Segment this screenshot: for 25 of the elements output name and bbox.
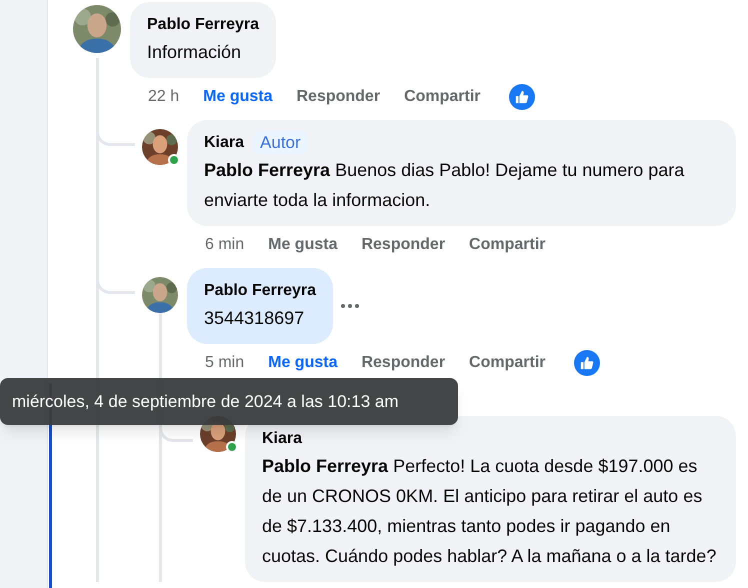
comment-time[interactable]: 5 min: [205, 351, 244, 375]
author-name[interactable]: Kiara: [262, 427, 302, 451]
action-link[interactable]: Compartir: [469, 351, 546, 375]
like-reaction-icon[interactable]: [574, 350, 600, 376]
more-options-icon[interactable]: [341, 304, 360, 308]
comment-text: Pablo Ferreyra Buenos dias Pablo! Dejame tu numero para enviarte toda la informacion.: [204, 159, 686, 212]
action-link[interactable]: Me gusta: [203, 85, 272, 109]
comment-time[interactable]: 22 h: [148, 85, 180, 109]
action-link[interactable]: Compartir: [404, 85, 481, 109]
comment-text: Pablo Ferreyra Perfecto! La cuota desde $197.000 es de un CRONOS 0KM. El anticipo para retirar el auto es de $7.133.400, mientras tanto podes ir pagando en cuotas. Cuándo podes hablar? A la mañana o a la tarde?: [262, 455, 718, 568]
author-badge: Autor: [254, 131, 307, 155]
like-reaction-icon[interactable]: [508, 84, 535, 110]
action-link[interactable]: Me gusta: [268, 233, 338, 257]
comment-time[interactable]: 6 min: [205, 233, 244, 257]
comment-text: 3544318697: [204, 307, 306, 330]
action-link[interactable]: Compartir: [469, 233, 546, 257]
comment-text: Información: [147, 41, 242, 64]
action-link[interactable]: Responder: [296, 85, 380, 109]
action-link[interactable]: Responder: [361, 351, 446, 375]
action-link[interactable]: Me gusta: [268, 351, 338, 375]
timestamp-tooltip: miércoles, 4 de septiembre de 2024 a las 10:13 am: [0, 378, 458, 425]
action-link[interactable]: Responder: [361, 233, 446, 257]
author-name[interactable]: Pablo Ferreyra: [147, 13, 260, 37]
author-name[interactable]: Pablo Ferreyra: [204, 279, 316, 303]
author-name[interactable]: Kiara: [204, 131, 244, 155]
